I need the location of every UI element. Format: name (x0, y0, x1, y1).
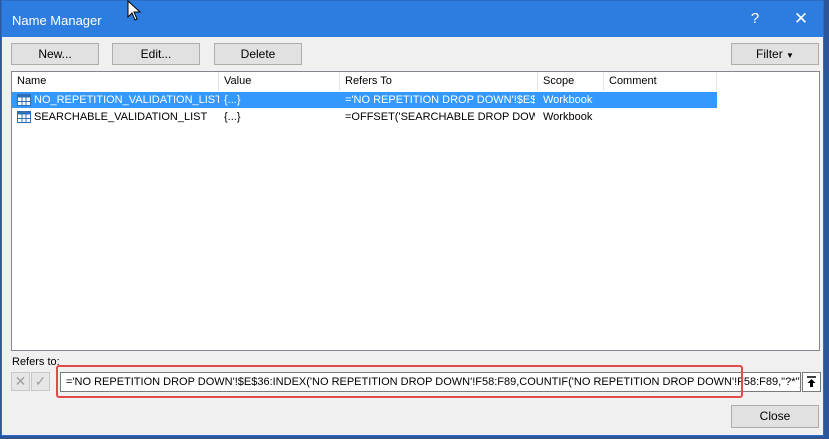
refers-to-label: Refers to: (12, 356, 60, 368)
filter-button[interactable]: Filter ▼ (731, 43, 819, 65)
row-scope: Workbook (543, 94, 593, 106)
close-window-button[interactable]: ✕ (778, 1, 824, 37)
row-value: {...} (224, 94, 241, 106)
check-icon[interactable]: ✓ (31, 372, 50, 391)
delete-button[interactable]: Delete (214, 43, 302, 65)
table-icon (17, 94, 31, 106)
help-button[interactable]: ? (732, 1, 778, 37)
row-value: {...} (224, 111, 241, 123)
cancel-x-icon[interactable]: ✕ (11, 372, 30, 391)
mouse-cursor-icon (127, 0, 142, 21)
row-comment (609, 92, 714, 108)
list-header: Name Value Refers To Scope Comment (12, 72, 819, 91)
table-row[interactable]: NO_REPETITION_VALIDATION_LIST {...} ='NO… (12, 92, 717, 108)
row-name: SEARCHABLE_VALIDATION_LIST (34, 111, 208, 123)
close-button[interactable]: Close (731, 405, 819, 428)
collapse-dialog-button[interactable] (802, 372, 821, 392)
row-refers-to: ='NO REPETITION DROP DOWN'!$E$3... (345, 94, 535, 106)
edit-button[interactable]: Edit... (112, 43, 200, 65)
table-row[interactable]: SEARCHABLE_VALIDATION_LIST {...} =OFFSET… (12, 109, 717, 125)
column-header-scope[interactable]: Scope (538, 72, 604, 91)
column-header-value[interactable]: Value (219, 72, 340, 91)
names-list[interactable]: Name Value Refers To Scope Comment NO_RE… (11, 71, 820, 351)
column-header-name[interactable]: Name (12, 72, 219, 91)
table-icon (17, 111, 31, 123)
delete-button-label: Delete (240, 47, 276, 61)
row-scope: Workbook (543, 111, 593, 123)
title-bar: Name Manager ? ✕ (2, 1, 823, 37)
dialog-title: Name Manager (12, 13, 102, 28)
close-button-label: Close (759, 409, 791, 423)
row-refers-to: =OFFSET('SEARCHABLE DROP DOWN'!... (345, 111, 535, 123)
dropdown-arrow-icon: ▼ (786, 51, 794, 60)
collapse-dialog-icon (807, 376, 816, 387)
name-manager-dialog: Name Manager ? ✕ New... Edit... Delete F… (1, 0, 824, 436)
filter-button-label: Filter (756, 47, 783, 61)
new-button[interactable]: New... (11, 43, 99, 65)
edit-button-label: Edit... (140, 47, 172, 61)
row-name: NO_REPETITION_VALIDATION_LIST (34, 94, 219, 106)
column-header-comment[interactable]: Comment (604, 72, 717, 91)
row-comment (609, 109, 714, 125)
new-button-label: New... (38, 47, 72, 61)
column-header-refers-to[interactable]: Refers To (340, 72, 538, 91)
refers-to-field[interactable]: ='NO REPETITION DROP DOWN'!$E$36:INDEX('… (60, 372, 801, 392)
